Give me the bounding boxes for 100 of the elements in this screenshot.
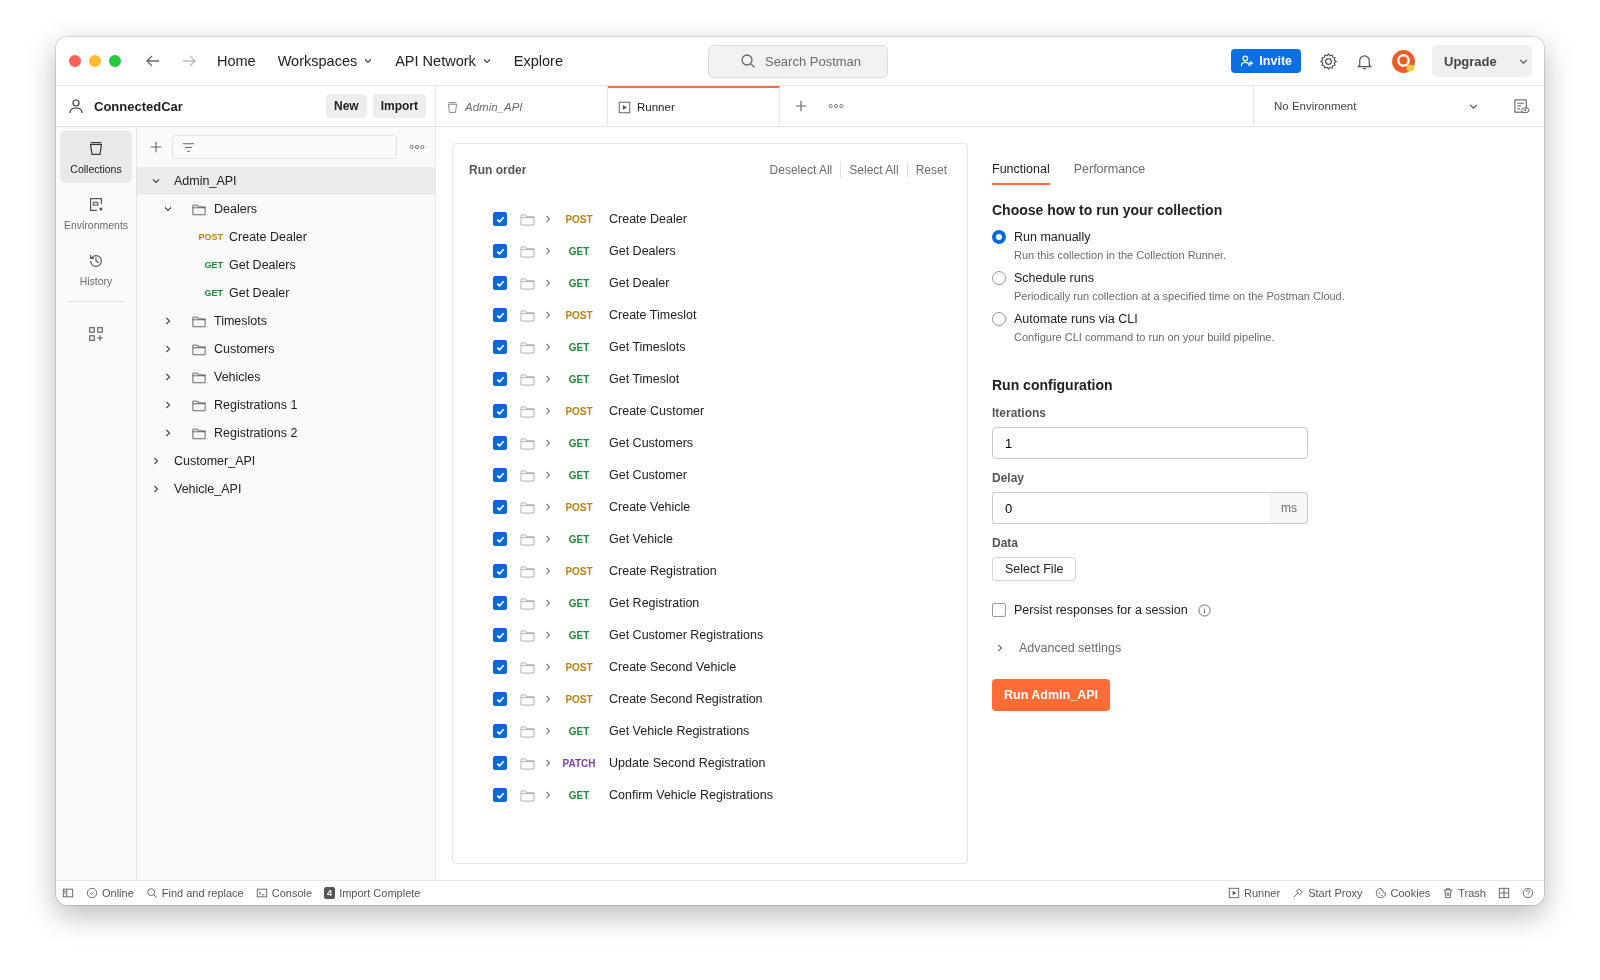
checkbox[interactable] xyxy=(493,788,507,802)
chevron-icon[interactable] xyxy=(151,456,161,466)
sidebar-nav-item[interactable]: Collections xyxy=(60,131,132,183)
tree-item[interactable]: GET Get Dealer xyxy=(137,279,435,307)
radio-button[interactable] xyxy=(992,230,1006,244)
chevron-icon[interactable] xyxy=(995,643,1005,653)
more-options-icon[interactable] xyxy=(409,144,425,150)
select-file-button[interactable]: Select File xyxy=(992,557,1077,581)
caret-icon[interactable] xyxy=(363,56,374,66)
chevron-icon[interactable] xyxy=(543,662,553,672)
list-action-link[interactable]: Reset xyxy=(915,163,947,177)
tree-item[interactable]: Timeslots xyxy=(137,307,435,335)
filter-field[interactable] xyxy=(172,135,397,159)
status-bar-item[interactable]: 4 Import Complete xyxy=(324,887,421,899)
nav-menu-item[interactable]: Home xyxy=(217,53,256,69)
info-icon[interactable] xyxy=(1197,603,1211,617)
checkbox[interactable] xyxy=(493,724,507,738)
checkbox[interactable] xyxy=(493,660,507,674)
chevron-icon[interactable] xyxy=(543,502,553,512)
chevron-icon[interactable] xyxy=(543,790,553,800)
checkbox[interactable] xyxy=(493,276,507,290)
runner-mode-tab[interactable]: Functional xyxy=(992,156,1050,185)
chevron-icon[interactable] xyxy=(543,438,553,448)
search-field[interactable]: Search Postman xyxy=(707,44,888,78)
nav-menu-item[interactable]: Explore xyxy=(513,53,563,69)
chevron-icon[interactable] xyxy=(163,344,173,354)
tree-item[interactable]: Dealers xyxy=(137,195,435,223)
tree-item[interactable]: Registrations 2 xyxy=(137,419,435,447)
checkbox[interactable] xyxy=(493,532,507,546)
proxy-icon[interactable] xyxy=(1292,887,1305,899)
checkbox[interactable] xyxy=(992,603,1006,617)
upgrade-button[interactable]: Upgrade xyxy=(1432,45,1532,77)
layout-icon[interactable] xyxy=(62,887,74,899)
runner-icon[interactable] xyxy=(1228,887,1241,899)
workspace-action-button[interactable]: New xyxy=(325,94,367,118)
grid-icon[interactable] xyxy=(1498,887,1510,899)
chevron-icon[interactable] xyxy=(151,484,161,494)
chevron-icon[interactable] xyxy=(543,566,553,576)
online-icon[interactable] xyxy=(86,887,98,899)
tree-item[interactable]: GET Get Dealers xyxy=(137,251,435,279)
chevron-icon[interactable] xyxy=(163,204,173,214)
iterations-field[interactable]: 1 xyxy=(992,427,1308,459)
chevron-icon[interactable] xyxy=(543,758,553,768)
checkbox[interactable] xyxy=(493,596,507,610)
trash-icon[interactable] xyxy=(1442,887,1455,899)
chevron-icon[interactable] xyxy=(151,176,161,186)
runner-mode-tab[interactable]: Performance xyxy=(1073,156,1146,185)
radio-button[interactable] xyxy=(992,271,1006,285)
environment-quick-look-icon[interactable] xyxy=(1513,97,1530,115)
tree-item[interactable]: Customers xyxy=(137,335,435,363)
chevron-icon[interactable] xyxy=(543,694,553,704)
nav-menu-item[interactable]: Workspaces xyxy=(277,53,374,69)
checkbox[interactable] xyxy=(493,340,507,354)
chevron-icon[interactable] xyxy=(543,342,553,352)
more-options-icon[interactable] xyxy=(828,103,844,109)
list-action-link[interactable]: Select All xyxy=(849,163,899,177)
chevron-icon[interactable] xyxy=(543,726,553,736)
back-arrow-icon[interactable] xyxy=(145,53,161,69)
status-label[interactable]: Cookies xyxy=(1390,887,1431,899)
tree-item[interactable]: Registrations 1 xyxy=(137,391,435,419)
advanced-settings-toggle[interactable]: Advanced settings xyxy=(995,641,1122,655)
close-light[interactable] xyxy=(69,55,81,67)
sidebar-nav-item[interactable]: Environments xyxy=(60,187,132,239)
chevron-icon[interactable] xyxy=(543,406,553,416)
find-icon[interactable] xyxy=(145,887,158,899)
invite-button[interactable]: Invite xyxy=(1231,49,1301,73)
settings-icon[interactable] xyxy=(1319,51,1338,71)
nav-menu-item[interactable]: API Network xyxy=(395,53,492,69)
chevron-icon[interactable] xyxy=(543,246,553,256)
delay-field[interactable]: 0 xyxy=(992,492,1270,524)
new-tab-icon[interactable] xyxy=(794,99,808,113)
checkbox[interactable] xyxy=(493,628,507,642)
status-bar-item[interactable]: Find and replace xyxy=(145,887,244,899)
checkbox[interactable] xyxy=(493,468,507,482)
workspace-action-button[interactable]: Import xyxy=(372,94,426,118)
chevron-icon[interactable] xyxy=(543,374,553,384)
checkbox[interactable] xyxy=(493,372,507,386)
chevron-icon[interactable] xyxy=(163,400,173,410)
chevron-icon[interactable] xyxy=(163,316,173,326)
status-label[interactable]: Start Proxy xyxy=(1308,887,1363,899)
chevron-icon[interactable] xyxy=(163,372,173,382)
tree-item[interactable]: Vehicles xyxy=(137,363,435,391)
console-icon[interactable] xyxy=(255,887,268,899)
chevron-icon[interactable] xyxy=(163,428,173,438)
cookies-icon[interactable] xyxy=(1374,887,1387,899)
chevron-icon[interactable] xyxy=(543,598,553,608)
tree-item[interactable]: Admin_API xyxy=(137,167,435,195)
checkbox[interactable] xyxy=(493,308,507,322)
checkbox[interactable] xyxy=(493,564,507,578)
checkbox[interactable] xyxy=(493,692,507,706)
avatar-icon[interactable] xyxy=(1391,48,1416,74)
status-label[interactable]: Trash xyxy=(1458,887,1486,899)
checkbox[interactable] xyxy=(493,756,507,770)
checkbox[interactable] xyxy=(493,244,507,258)
sidebar-nav-item[interactable]: History xyxy=(60,243,132,295)
checkbox[interactable] xyxy=(493,500,507,514)
editor-tab[interactable]: Runner xyxy=(608,86,780,126)
tree-item[interactable]: POST Create Dealer xyxy=(137,223,435,251)
chevron-icon[interactable] xyxy=(543,278,553,288)
chevron-icon[interactable] xyxy=(543,214,553,224)
